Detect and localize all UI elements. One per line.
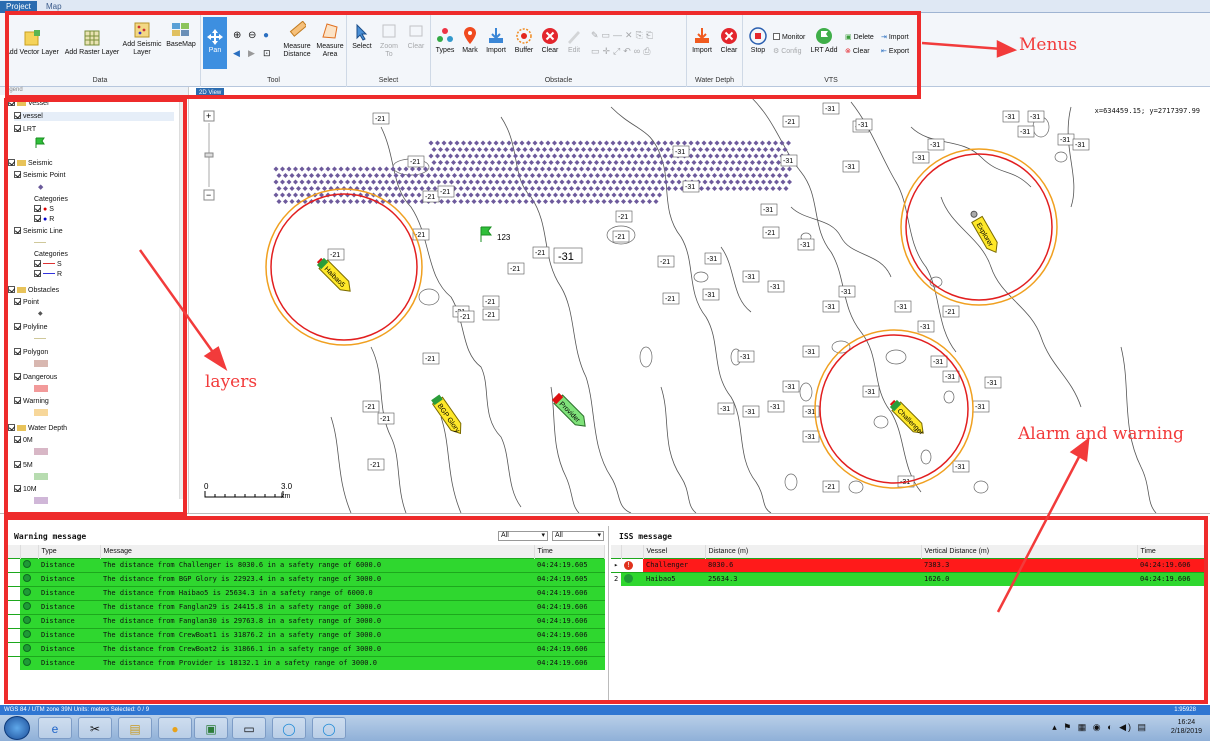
layers-annotation: layers bbox=[205, 372, 258, 392]
menus-annotation: Menus bbox=[1019, 35, 1078, 55]
annotation-arrows bbox=[138, 39, 1090, 613]
alarm-annotation: Alarm and warning bbox=[1018, 424, 1184, 444]
